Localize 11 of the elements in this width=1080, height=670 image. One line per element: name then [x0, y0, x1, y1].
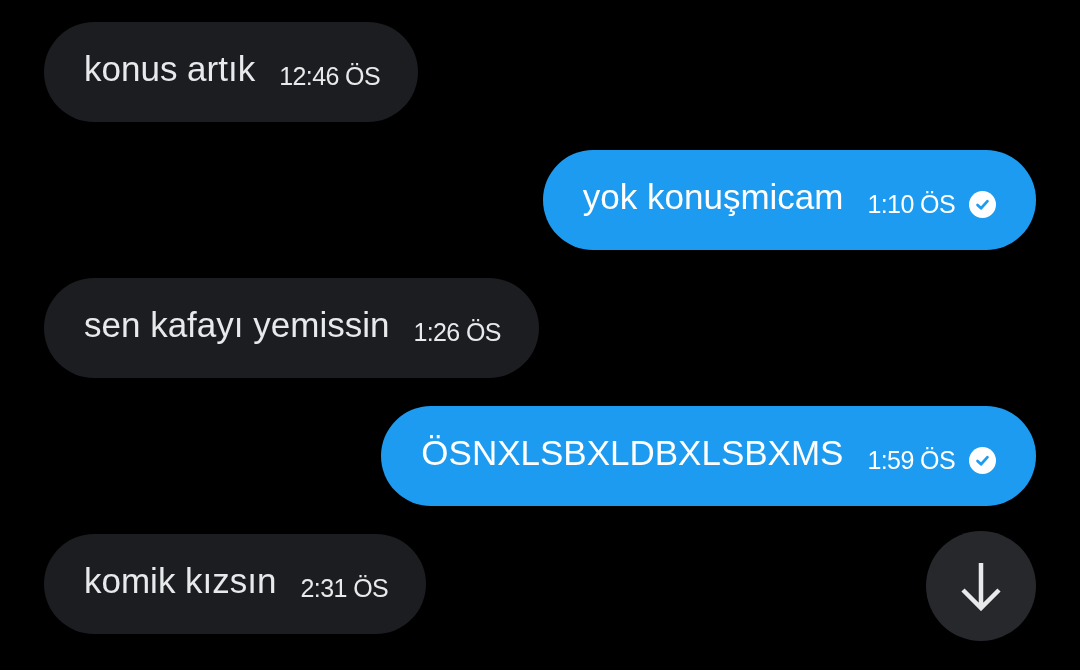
message-time: 1:59 ÖS: [867, 445, 955, 475]
message-text: konus artık: [84, 49, 256, 89]
message-text: yok konuşmicam: [582, 177, 844, 217]
message-time: 2:31 ÖS: [300, 573, 389, 603]
message-text: komik kızsın: [84, 561, 277, 601]
message-text: sen kafayı yemissin: [84, 305, 390, 345]
down-arrow-icon: [959, 561, 1003, 611]
message-time: 12:46 ÖS: [279, 61, 381, 91]
message-time: 1:10 ÖS: [867, 189, 955, 219]
message-time: 1:26 ÖS: [413, 317, 501, 347]
message-text: ÖSNXLSBXLDBXLSBXMS: [421, 433, 844, 473]
